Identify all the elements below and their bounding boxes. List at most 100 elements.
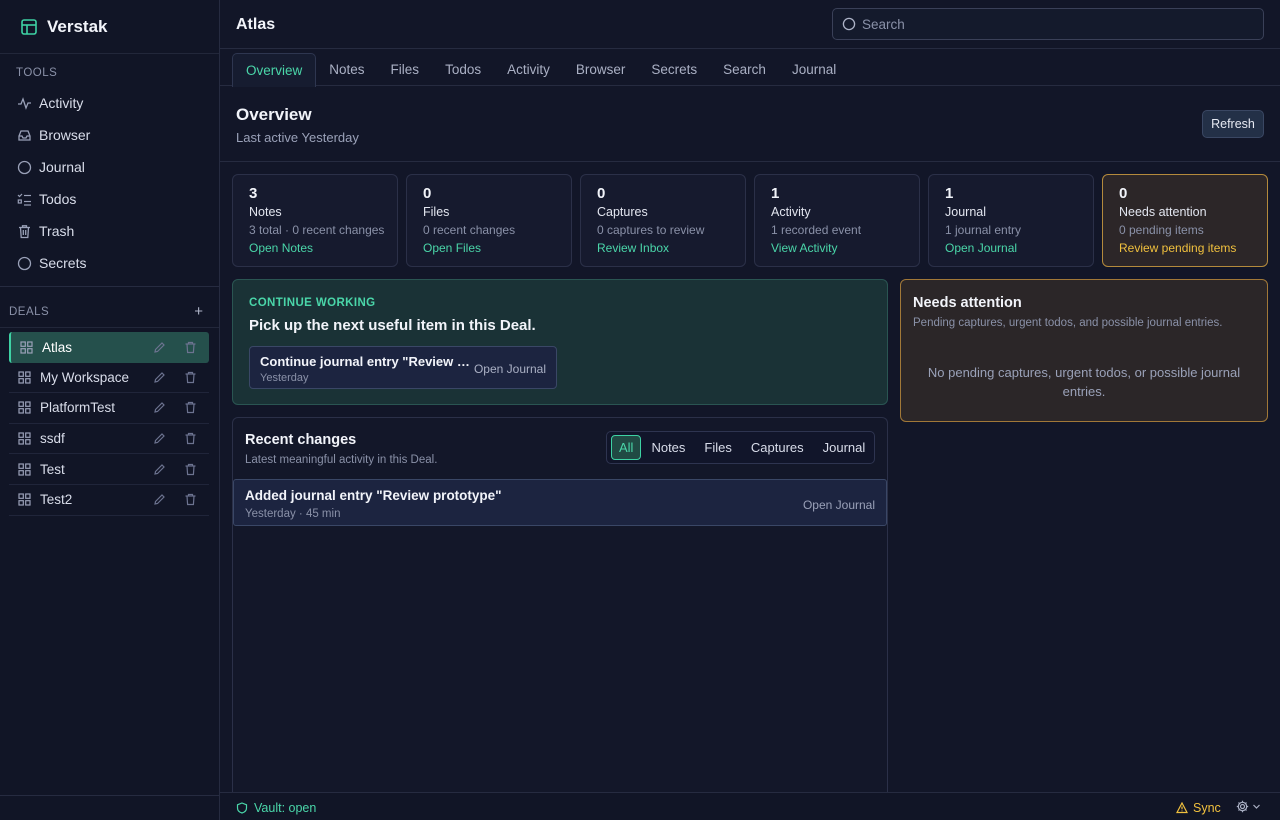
edit-pencil-icon[interactable] [153,371,166,384]
grid-icon [18,432,31,445]
deal-name: PlatformTest [40,400,116,416]
sidebar-item-label: Trash [39,223,75,239]
tab-search[interactable]: Search [710,53,779,86]
open-journal-action[interactable]: Open Journal [803,498,875,512]
deal-item-atlas[interactable]: Atlas [9,332,209,363]
filter-captures[interactable]: Captures [742,435,813,460]
review-inbox-link[interactable]: Review Inbox [597,241,745,255]
delete-trash-icon[interactable] [184,463,197,476]
recent-changes-title: Recent changes [245,432,357,448]
stat-card-captures: 0 Captures 0 captures to review Review I… [580,174,746,267]
top-bar: Atlas [220,0,1280,49]
workspace-title: Atlas [236,16,276,33]
delete-trash-icon[interactable] [184,401,197,414]
stat-label: Notes [249,205,282,219]
tab-files[interactable]: Files [378,53,433,86]
open-journal-action[interactable]: Open Journal [474,362,546,376]
deal-item-test2[interactable]: Test2 [9,485,209,516]
list-item[interactable]: Added journal entry "Review prototype" Y… [233,479,887,526]
delete-trash-icon[interactable] [184,493,197,506]
recent-item-title: Added journal entry "Review prototype" [245,488,502,503]
edit-pencil-icon[interactable] [153,341,166,354]
circle-icon [17,256,32,271]
sidebar-footer [0,795,219,796]
deal-name: My Workspace [40,369,130,385]
edit-pencil-icon[interactable] [153,401,166,414]
stat-description: 0 recent changes [423,223,516,237]
search-input[interactable] [862,16,1242,32]
sidebar-item-browser[interactable]: Browser [0,119,219,151]
sidebar-item-journal[interactable]: Journal [0,151,219,183]
stat-label: Files [423,205,450,219]
deal-item-platformtest[interactable]: PlatformTest [9,393,209,424]
deal-item-test[interactable]: Test [9,454,209,485]
deal-name: Test [40,461,65,477]
tab-overview[interactable]: Overview [232,53,317,87]
settings-menu-button[interactable] [1236,800,1261,813]
tools-list: Activity Browser Journal Todos Trash Sec… [0,87,219,279]
shield-icon [236,802,248,814]
sidebar-item-trash[interactable]: Trash [0,215,219,247]
delete-trash-icon[interactable] [184,371,197,384]
deal-item-ssdf[interactable]: ssdf [9,424,209,455]
edit-pencil-icon[interactable] [153,432,166,445]
open-files-link[interactable]: Open Files [423,241,571,255]
grid-icon [18,463,31,476]
deals-section-label: DEALS [9,305,50,318]
warning-icon [1176,802,1188,814]
filter-journal[interactable]: Journal [814,435,875,460]
tab-todos[interactable]: Todos [432,53,494,86]
tab-browser[interactable]: Browser [563,53,639,86]
edit-pencil-icon[interactable] [153,493,166,506]
delete-trash-icon[interactable] [184,341,197,354]
sidebar-item-todos[interactable]: Todos [0,183,219,215]
stat-description: 3 total · 0 recent changes [249,223,385,237]
grid-icon [18,371,31,384]
delete-trash-icon[interactable] [184,432,197,445]
filter-notes[interactable]: Notes [642,435,694,460]
deals-header: DEALS + [0,296,219,328]
edit-pencil-icon[interactable] [153,463,166,476]
tab-secrets[interactable]: Secrets [638,53,710,86]
continue-working-label: CONTINUE WORKING [249,297,376,309]
list-checks-icon [17,192,32,207]
refresh-button[interactable]: Refresh [1202,110,1264,138]
vault-status: Vault: open [236,801,316,815]
stat-card-activity: 1 Activity 1 recorded event View Activit… [754,174,920,267]
review-pending-link[interactable]: Review pending items [1119,241,1267,255]
sync-button[interactable]: Sync [1176,801,1221,815]
brand: Verstak [0,0,219,54]
stat-number: 0 [597,185,606,202]
recent-item-meta: Yesterday · 45 min [245,508,341,520]
sidebar-item-secrets[interactable]: Secrets [0,247,219,279]
sidebar-item-activity[interactable]: Activity [0,87,219,119]
needs-attention-empty-state: No pending captures, urgent todos, or po… [927,365,1241,399]
sync-label: Sync [1193,801,1221,815]
stat-description: 1 recorded event [771,223,862,237]
filter-all[interactable]: All [611,435,642,460]
filter-files[interactable]: Files [695,435,740,460]
stat-label: Activity [771,205,811,219]
tab-journal[interactable]: Journal [779,53,849,86]
layout-logo-icon [20,18,38,36]
deal-name: Test2 [40,492,73,508]
deal-item-my-workspace[interactable]: My Workspace [9,363,209,394]
open-notes-link[interactable]: Open Notes [249,241,397,255]
tab-notes[interactable]: Notes [316,53,377,86]
sidebar-item-label: Browser [39,127,91,143]
inbox-icon [17,128,32,143]
tab-activity[interactable]: Activity [494,53,563,86]
page-subtitle: Last active Yesterday [236,130,359,145]
status-bar: Vault: open Sync [220,792,1280,820]
sidebar: Verstak TOOLS Activity Browser Journal T… [0,0,220,820]
stat-label: Captures [597,205,648,219]
add-deal-button[interactable]: + [194,303,203,320]
sidebar-item-label: Journal [39,159,85,175]
stat-number: 0 [423,185,432,202]
sidebar-item-label: Activity [39,95,84,111]
open-journal-link[interactable]: Open Journal [945,241,1093,255]
search-box[interactable] [832,8,1264,40]
continue-item[interactable]: Continue journal entry "Review prototype… [249,346,557,389]
stat-description: 0 captures to review [597,223,705,237]
view-activity-link[interactable]: View Activity [771,241,919,255]
